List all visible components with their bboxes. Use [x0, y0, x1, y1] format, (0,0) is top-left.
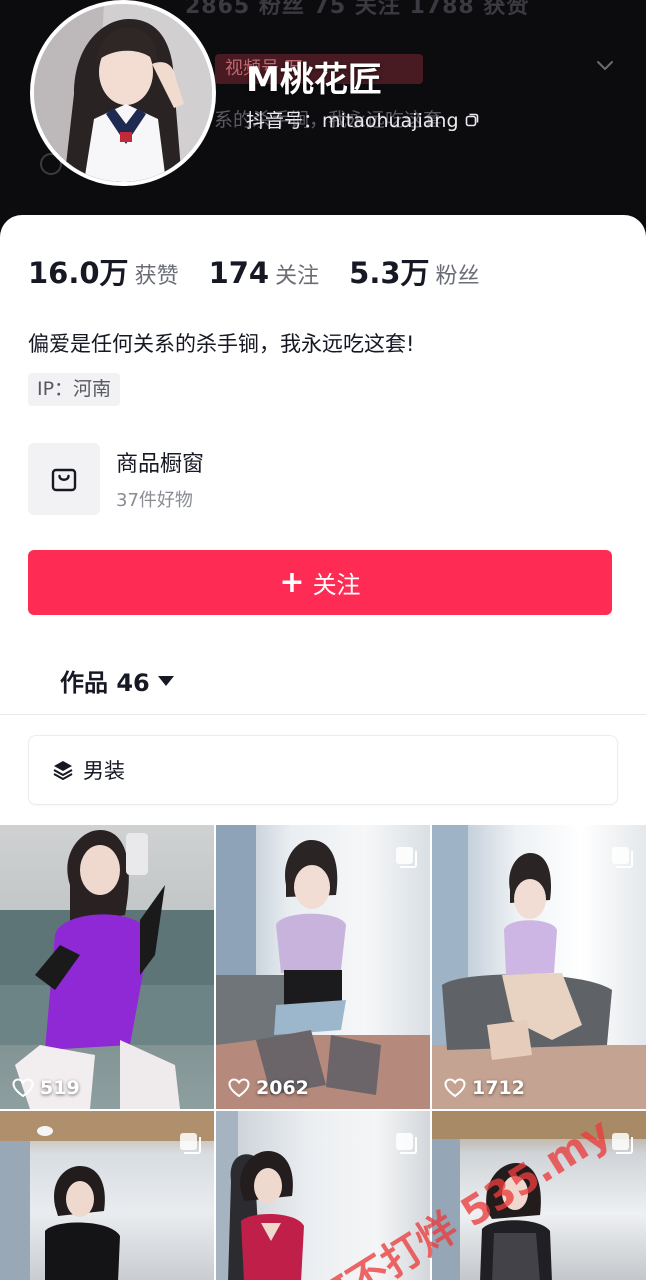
video-likes: 519: [12, 1077, 80, 1099]
collection-chip[interactable]: 男装: [28, 735, 618, 805]
video-likes-count: 519: [40, 1077, 80, 1099]
works-tab-label: 作品 46: [60, 669, 150, 697]
shop-icon-box: [28, 443, 100, 515]
multi-image-icon: [612, 847, 633, 868]
video-thumbnail[interactable]: 2062: [216, 825, 430, 1109]
tab-divider: [0, 714, 646, 715]
stat-likes[interactable]: 16.0万 获赞: [28, 250, 179, 292]
stat-following[interactable]: 174 关注: [209, 256, 320, 290]
video-thumbnail[interactable]: [0, 1111, 214, 1280]
follow-button-label: 关注: [312, 571, 361, 599]
header-ghost-stats: 2865 粉丝 75 关注 1788 获赞: [185, 0, 530, 19]
heart-icon: [228, 1078, 250, 1098]
video-grid: 519 2062 1712: [0, 825, 646, 1280]
collection-label: 男装: [83, 759, 125, 783]
multi-image-icon: [612, 1133, 633, 1154]
video-likes: 1712: [444, 1077, 525, 1099]
copy-icon[interactable]: [465, 113, 479, 127]
video-likes-count: 2062: [256, 1077, 309, 1099]
heart-icon: [444, 1078, 466, 1098]
stat-following-label: 关注: [275, 264, 320, 289]
multi-image-icon: [396, 847, 417, 868]
video-thumbnail[interactable]: 1712: [432, 825, 646, 1109]
video-likes-count: 1712: [472, 1077, 525, 1099]
profile-stats: 16.0万 获赞 174 关注 5.3万 粉丝: [28, 250, 510, 292]
shop-window-title: 商品橱窗: [116, 452, 205, 477]
stat-likes-label: 获赞: [134, 264, 179, 289]
stat-likes-value: 16.0万: [28, 256, 129, 290]
douyin-id-text: 抖音号：mitaohuajiang: [246, 110, 459, 132]
shop-window-subtitle: 37件好物: [116, 490, 193, 511]
douyin-id-row[interactable]: 抖音号：mitaohuajiang: [246, 106, 479, 133]
profile-nickname: M桃花匠: [246, 60, 382, 100]
video-thumbnail[interactable]: [432, 1111, 646, 1280]
avatar-portrait: [34, 4, 212, 182]
video-thumbnail[interactable]: 519: [0, 825, 214, 1109]
ip-location-tag: IP：河南: [28, 373, 121, 406]
thumbnail-image: [0, 830, 214, 1109]
profile-bio: 偏爱是任何关系的杀手锏，我永远吃这套!: [28, 332, 415, 356]
multi-image-icon: [396, 1133, 417, 1154]
video-thumbnail[interactable]: [216, 1111, 430, 1280]
avatar[interactable]: [30, 0, 216, 186]
multi-image-icon: [180, 1133, 201, 1154]
caret-down-icon: [157, 675, 174, 686]
shop-window-entry[interactable]: 商品橱窗 37件好物: [28, 442, 428, 516]
stat-followers-value: 5.3万: [349, 256, 430, 290]
stat-followers-label: 粉丝: [435, 264, 480, 289]
chevron-down-icon[interactable]: [594, 54, 616, 76]
video-likes: 2062: [228, 1077, 309, 1099]
plus-icon: +: [279, 564, 305, 600]
follow-button[interactable]: + 关注: [28, 550, 612, 615]
stat-followers[interactable]: 5.3万 粉丝: [349, 250, 479, 292]
layers-icon: [53, 761, 73, 780]
stat-following-value: 174: [208, 256, 270, 290]
works-tab[interactable]: 作品 46: [60, 663, 174, 698]
bag-icon: [51, 468, 77, 492]
heart-icon: [12, 1078, 34, 1098]
